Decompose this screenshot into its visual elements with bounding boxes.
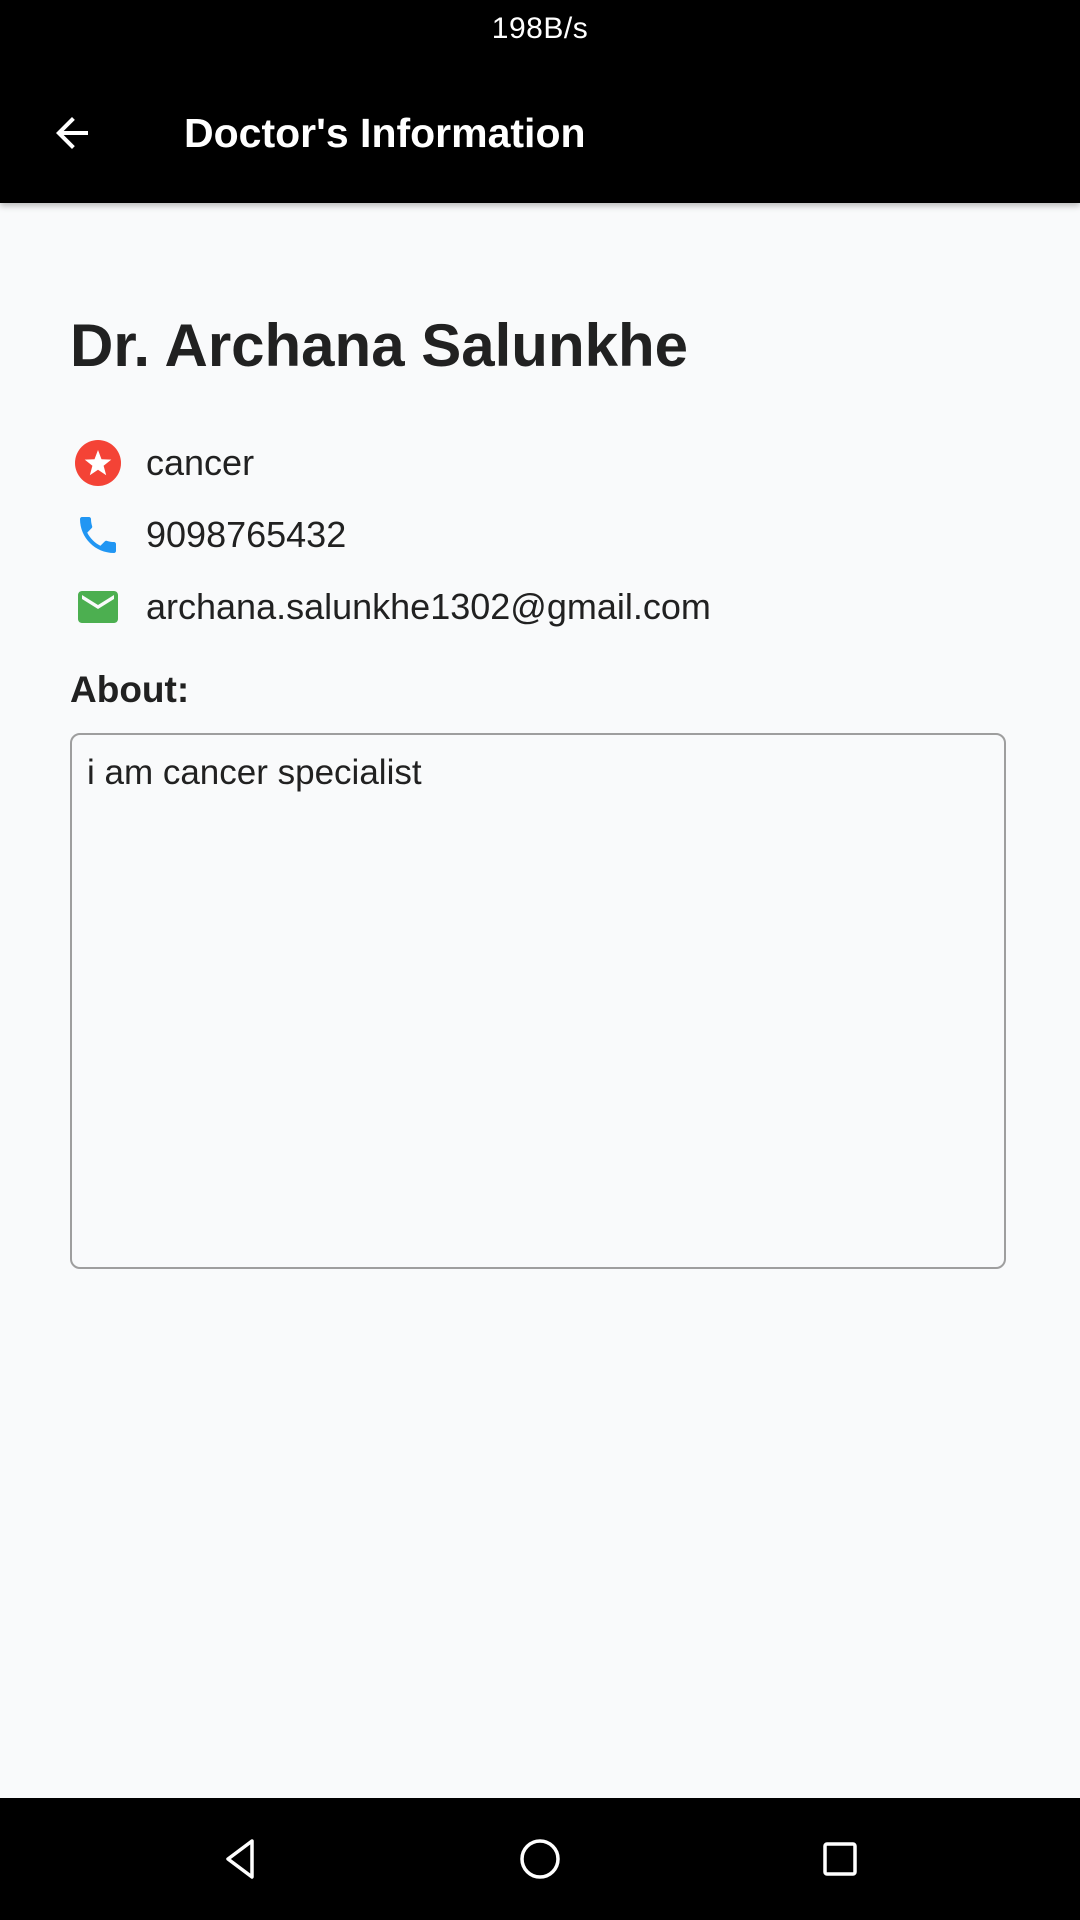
about-text: i am cancer specialist	[87, 753, 422, 792]
nav-back-button[interactable]	[210, 1829, 270, 1889]
phone-icon	[70, 507, 126, 563]
phone-text: 9098765432	[146, 514, 347, 555]
email-text: archana.salunkhe1302@gmail.com	[146, 586, 711, 627]
back-button[interactable]	[34, 95, 110, 171]
specialty-row: cancer	[70, 435, 254, 491]
system-nav-bar	[0, 1798, 1080, 1920]
email-row[interactable]: archana.salunkhe1302@gmail.com	[70, 579, 711, 635]
nav-home-button[interactable]	[510, 1829, 570, 1889]
page-title: Doctor's Information	[184, 110, 586, 156]
network-speed: 198B/s	[491, 12, 589, 45]
email-icon	[70, 579, 126, 635]
nav-home-icon	[520, 1839, 560, 1879]
arrow-back-icon	[56, 117, 88, 149]
specialty-text: cancer	[146, 442, 255, 483]
about-label: About:	[70, 669, 190, 710]
about-textarea[interactable]: i am cancer specialist	[70, 733, 1006, 1269]
nav-recents-icon	[823, 1842, 857, 1876]
star-badge-icon	[70, 435, 126, 491]
doctor-name: Dr. Archana Salunkhe	[70, 312, 688, 379]
app-bar: Doctor's Information	[0, 63, 1080, 203]
nav-recents-button[interactable]	[810, 1829, 870, 1889]
nav-back-icon	[226, 1839, 254, 1879]
status-bar: 198B/s	[0, 0, 1080, 63]
phone-row[interactable]: 9098765432	[70, 507, 346, 563]
